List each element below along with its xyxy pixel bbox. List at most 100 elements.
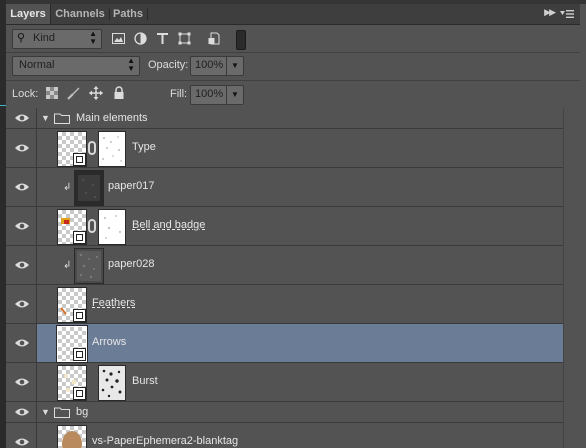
visibility-cell[interactable] [6,324,37,362]
panel-tab-bar: Layers Channels Paths ▶▶ [6,4,580,25]
visibility-cell[interactable] [6,246,37,284]
smart-object-badge-icon [73,231,86,244]
layer-row-bg-group[interactable]: ▼ bg [6,402,564,423]
type-layer-filter-icon[interactable] [156,32,169,45]
layer-filter-row: ⚲ Kind ▲ ▼ [6,25,580,53]
opacity-label: Opacity: [148,59,189,71]
layer-mask-thumbnail[interactable] [98,209,126,245]
layer-name: Arrows [92,336,127,348]
fill-dropdown-icon[interactable]: ▼ [226,86,243,104]
layer-mask-thumbnail[interactable] [98,131,126,167]
tab-paths[interactable]: Paths [110,4,146,24]
layer-row-paper-ephemera[interactable]: vs-PaperEphemera2-blanktag [6,423,564,448]
layer-row-type[interactable]: Type [6,129,564,168]
visibility-cell[interactable] [6,207,37,245]
filter-kind-label: Kind [33,32,56,44]
layer-row-arrows[interactable]: Arrows [6,324,564,363]
smart-object-badge-icon [73,387,86,400]
layer-thumbnail [57,131,87,167]
layer-name: Type [132,141,156,153]
tab-layers[interactable]: Layers [6,4,51,24]
layer-row-paper028[interactable]: ↲ paper028 [6,246,564,285]
eye-icon[interactable] [15,221,29,231]
mask-link-chain-icon[interactable] [88,219,96,233]
layer-name: bg [76,406,89,418]
lock-image-pixels-icon[interactable] [67,86,81,100]
layer-thumbnail [57,425,87,448]
tab-channels[interactable]: Channels [52,4,108,24]
collapse-panel-icon[interactable]: ▶▶ [544,7,556,18]
eye-icon[interactable] [15,143,29,153]
lock-transparent-pixels-icon[interactable] [45,86,59,100]
layer-name: paper017 [108,180,155,192]
visibility-cell[interactable] [6,129,37,167]
layer-thumbnail [57,365,87,401]
blend-mode-select[interactable]: Normal ▲ ▼ [12,56,140,76]
stepper-arrows-icon: ▲ ▼ [127,56,135,73]
blend-mode-value: Normal [19,59,55,71]
layer-name: vs-PaperEphemera2-blanktag [92,435,239,447]
smart-object-filter-icon[interactable] [208,32,221,45]
lock-all-icon[interactable] [112,86,126,100]
visibility-cell[interactable] [6,363,37,401]
gray-texture-icon [77,251,101,281]
folder-icon [54,113,70,124]
layer-row-bell-and-badge[interactable]: Bell and badge [6,207,564,246]
layer-mask-thumbnail[interactable] [98,365,126,401]
layer-name: Burst [132,375,158,387]
tag-art-icon [62,431,82,448]
tab-separator [147,8,148,20]
layer-row-feathers[interactable]: Feathers [6,285,564,324]
mask-link-chain-icon[interactable] [88,141,96,155]
layer-thumbnail [74,248,104,284]
layer-thumbnail [74,170,104,206]
eye-icon[interactable] [15,260,29,270]
opacity-value: 100% [195,59,224,71]
layer-row-paper017[interactable]: ↲ paper017 [6,168,564,207]
layer-name: Bell and badge [132,219,206,231]
fill-field[interactable]: 100% ▼ [190,85,244,105]
visibility-cell[interactable] [6,108,37,128]
search-icon: ⚲ [17,32,26,44]
opacity-dropdown-icon[interactable]: ▼ [226,57,243,75]
visibility-cell[interactable] [6,168,37,206]
clipping-mask-arrow-icon: ↲ [63,260,72,271]
eye-icon[interactable] [15,437,29,447]
fill-label: Fill: [170,88,188,100]
speckle-pattern-icon [102,136,122,162]
layers-scrollbar[interactable] [563,108,580,448]
dark-texture-icon [78,175,100,201]
opacity-field[interactable]: 100% ▼ [190,56,244,76]
smart-object-badge-icon [73,153,86,166]
shape-layer-filter-icon[interactable] [178,32,191,45]
layer-name: Feathers [92,297,136,309]
blend-row: Normal ▲ ▼ Opacity: 100% ▼ [6,53,580,81]
speckle-pattern-icon [101,369,122,398]
clipping-mask-arrow-icon: ↲ [63,182,72,193]
adjustment-layer-filter-icon[interactable] [134,32,147,45]
visibility-cell[interactable] [6,402,37,422]
visibility-cell[interactable] [6,285,37,323]
layer-name: Main elements [76,112,148,124]
eye-icon[interactable] [15,182,29,192]
eye-icon[interactable] [15,338,29,348]
eye-icon[interactable] [15,113,29,123]
filter-kind-select[interactable]: ⚲ Kind ▲ ▼ [12,29,102,49]
eye-icon[interactable] [15,299,29,309]
eye-icon[interactable] [15,407,29,417]
group-expand-arrow-icon[interactable]: ▼ [41,407,50,417]
fill-value: 100% [195,88,224,100]
group-expand-arrow-icon[interactable]: ▼ [41,113,50,123]
layer-row-burst[interactable]: Burst [6,363,564,402]
layer-row-main-elements-group[interactable]: ▼ Main elements [6,108,564,129]
visibility-cell[interactable] [6,423,37,448]
layer-thumbnail [57,209,87,245]
panel-menu-icon[interactable] [560,8,574,20]
layer-thumbnail [57,287,87,323]
stepper-arrows-icon: ▲ ▼ [89,29,97,46]
layer-thumbnail [56,325,88,363]
eye-icon[interactable] [15,377,29,387]
filter-toggle-icon[interactable] [236,30,246,50]
pixel-layer-filter-icon[interactable] [112,32,125,45]
lock-position-icon[interactable] [89,86,103,100]
